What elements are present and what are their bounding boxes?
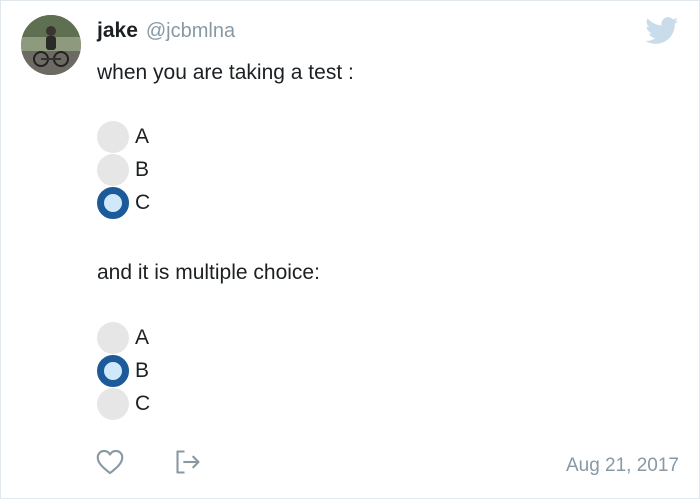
tweet-text-line-2: and it is multiple choice: xyxy=(97,261,320,284)
option-label: B xyxy=(135,158,150,181)
option-label: A xyxy=(135,326,150,349)
user-handle[interactable]: @jcbmlna xyxy=(146,20,235,43)
tweet-header: jake @jcbmlna xyxy=(97,19,235,43)
radio-unselected xyxy=(97,388,129,420)
radio-unselected xyxy=(97,121,129,153)
radio-selected xyxy=(97,187,129,219)
option-label: C xyxy=(135,191,151,214)
share-button[interactable] xyxy=(173,447,203,477)
poll2-option-c: C xyxy=(97,388,150,420)
poll1-option-b: B xyxy=(97,154,149,186)
heart-icon xyxy=(96,449,124,475)
option-label: B xyxy=(135,359,150,382)
display-name[interactable]: jake xyxy=(97,19,138,43)
avatar-image xyxy=(21,15,81,75)
avatar[interactable] xyxy=(21,15,81,75)
radio-unselected xyxy=(97,322,129,354)
poll2-option-a: A xyxy=(97,322,149,354)
timestamp[interactable]: Aug 21, 2017 xyxy=(566,455,679,477)
tweet-text-line-1: when you are taking a test : xyxy=(97,61,354,84)
like-button[interactable] xyxy=(95,447,125,477)
poll1-option-a: A xyxy=(97,121,149,153)
radio-unselected xyxy=(97,154,129,186)
twitter-bird-icon[interactable] xyxy=(645,17,679,45)
radio-selected xyxy=(97,355,129,387)
tweet-card: jake @jcbmlna when you are taking a test… xyxy=(0,0,700,499)
share-icon xyxy=(176,450,200,474)
option-label: A xyxy=(135,125,150,148)
option-label: C xyxy=(135,392,151,415)
poll2-option-b: B xyxy=(97,355,149,387)
poll1-option-c: C xyxy=(97,187,150,219)
